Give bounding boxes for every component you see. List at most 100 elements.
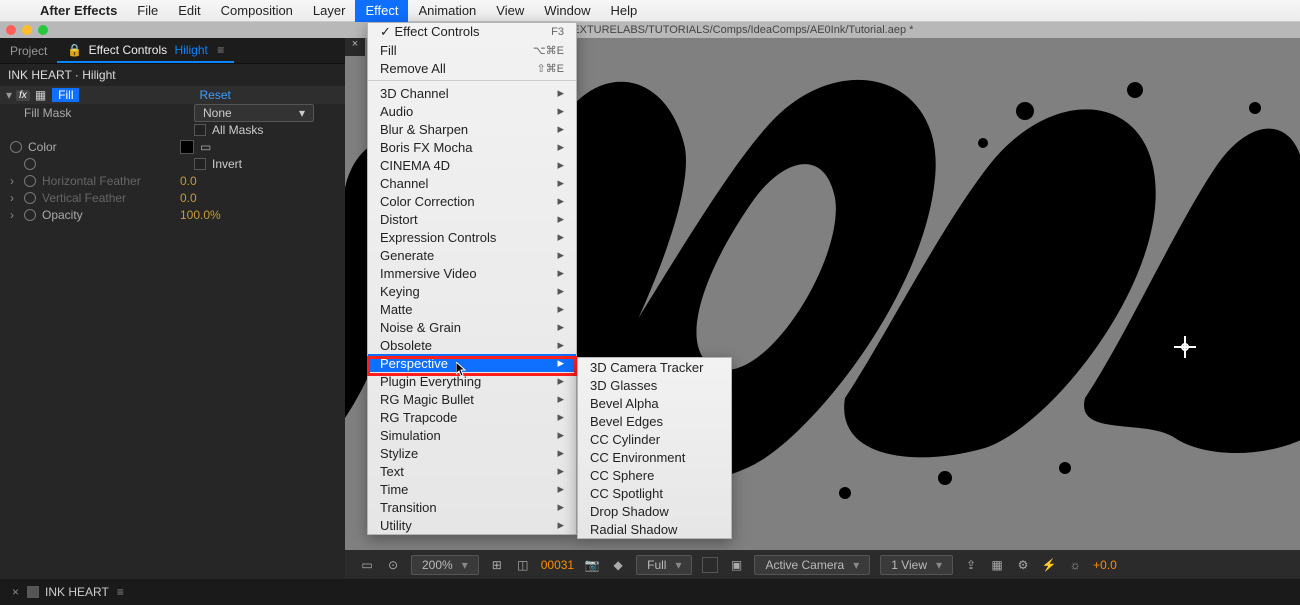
viewer-controls: ▭ ⊙ 200% ⊞ ◫ 00031 📷 ◆ Full ▣ Active Cam… <box>345 550 1300 579</box>
submenu-bevel-edges[interactable]: Bevel Edges <box>578 412 731 430</box>
fx-icon: fx <box>16 90 30 101</box>
cursor-icon <box>456 362 468 378</box>
stopwatch-icon[interactable] <box>24 158 36 170</box>
comp-tab[interactable]: INK HEART <box>45 585 109 599</box>
mask-icon[interactable]: ◫ <box>515 557 531 573</box>
submenu-radial-shadow[interactable]: Radial Shadow <box>578 520 731 538</box>
menu-category-immersive-video[interactable]: Immersive Video <box>368 264 576 282</box>
menu-category-3d-channel[interactable]: 3D Channel <box>368 84 576 102</box>
anchor-point-icon[interactable] <box>1178 340 1192 354</box>
menu-file[interactable]: File <box>127 0 168 22</box>
display-icon[interactable]: ▭ <box>359 557 375 573</box>
close-icon[interactable] <box>6 25 16 35</box>
fx-header[interactable]: ▾ fx ▦ Fill Reset <box>0 86 345 104</box>
zoom-select[interactable]: 200% <box>411 555 479 575</box>
menu-category-text[interactable]: Text <box>368 462 576 480</box>
menu-effect-controls[interactable]: ✓ Effect ControlsF3 <box>368 23 576 41</box>
menu-category-simulation[interactable]: Simulation <box>368 426 576 444</box>
stopwatch-icon[interactable] <box>24 175 36 187</box>
submenu-cc-sphere[interactable]: CC Sphere <box>578 466 731 484</box>
fill-mask-select[interactable]: None▾ <box>194 104 314 122</box>
resolution-select[interactable]: Full <box>636 555 692 575</box>
region-icon[interactable]: ▣ <box>728 557 744 573</box>
3d-icon[interactable]: ▦ <box>989 557 1005 573</box>
effect-name[interactable]: Fill <box>52 88 79 102</box>
views-select[interactable]: 1 View <box>880 555 953 575</box>
stopwatch-icon[interactable] <box>24 192 36 204</box>
menu-category-boris-fx-mocha[interactable]: Boris FX Mocha <box>368 138 576 156</box>
menu-category-color-correction[interactable]: Color Correction <box>368 192 576 210</box>
submenu-3d-glasses[interactable]: 3D Glasses <box>578 376 731 394</box>
menu-category-distort[interactable]: Distort <box>368 210 576 228</box>
share-icon[interactable]: ⇪ <box>963 557 979 573</box>
fast-preview-icon[interactable]: ⚡ <box>1041 557 1057 573</box>
menu-category-transition[interactable]: Transition <box>368 498 576 516</box>
snapshot-icon[interactable]: 📷 <box>584 557 600 573</box>
menu-category-rg-trapcode[interactable]: RG Trapcode <box>368 408 576 426</box>
magnify-icon[interactable]: ⊙ <box>385 557 401 573</box>
menu-help[interactable]: Help <box>600 0 647 22</box>
menu-category-matte[interactable]: Matte <box>368 300 576 318</box>
submenu-cc-environment[interactable]: CC Environment <box>578 448 731 466</box>
tab-effect-controls[interactable]: 🔒 Effect Controls Hilight ≡ <box>57 39 234 63</box>
menu-category-perspective[interactable]: Perspective <box>368 354 576 372</box>
tab-project[interactable]: Project <box>0 40 57 62</box>
menu-remove-all[interactable]: Remove All⇧⌘E <box>368 59 576 77</box>
mac-menubar: After Effects File Edit Composition Laye… <box>0 0 1300 22</box>
renderer-icon[interactable]: ⚙ <box>1015 557 1031 573</box>
menu-category-cinema-4d[interactable]: CINEMA 4D <box>368 156 576 174</box>
reset-button[interactable]: Reset <box>199 88 230 102</box>
stopwatch-icon[interactable] <box>10 141 22 153</box>
submenu-bevel-alpha[interactable]: Bevel Alpha <box>578 394 731 412</box>
menu-composition[interactable]: Composition <box>211 0 303 22</box>
menu-category-keying[interactable]: Keying <box>368 282 576 300</box>
camera-select[interactable]: Active Camera <box>754 555 870 575</box>
menu-category-obsolete[interactable]: Obsolete <box>368 336 576 354</box>
close-icon[interactable]: × <box>12 585 19 599</box>
current-frame[interactable]: 00031 <box>541 558 574 572</box>
exposure-value[interactable]: +0.0 <box>1093 558 1117 572</box>
window-titlebar: sers/be/Documents/PROJECTS/TEXTURELABS/T… <box>0 22 1300 38</box>
all-masks-checkbox[interactable] <box>194 124 206 136</box>
effect-menu-dropdown: ✓ Effect ControlsF3 Fill⌥⌘E Remove All⇧⌘… <box>367 22 577 535</box>
menu-category-plugin-everything[interactable]: Plugin Everything <box>368 372 576 390</box>
menu-layer[interactable]: Layer <box>303 0 356 22</box>
menu-last-effect[interactable]: Fill⌥⌘E <box>368 41 576 59</box>
transparency-icon[interactable] <box>702 557 718 573</box>
opacity-value[interactable]: 100.0% <box>180 208 221 222</box>
invert-checkbox[interactable] <box>194 158 206 170</box>
eyedropper-icon[interactable]: ▭ <box>200 140 211 154</box>
grid-icon[interactable]: ⊞ <box>489 557 505 573</box>
menu-category-expression-controls[interactable]: Expression Controls <box>368 228 576 246</box>
maximize-icon[interactable] <box>38 25 48 35</box>
menu-category-blur-sharpen[interactable]: Blur & Sharpen <box>368 120 576 138</box>
window-controls[interactable] <box>6 25 48 35</box>
submenu-drop-shadow[interactable]: Drop Shadow <box>578 502 731 520</box>
fx-enable-icon[interactable]: ▦ <box>35 88 46 102</box>
submenu-cc-cylinder[interactable]: CC Cylinder <box>578 430 731 448</box>
menu-category-audio[interactable]: Audio <box>368 102 576 120</box>
hfeather-value[interactable]: 0.0 <box>180 174 197 188</box>
submenu-cc-spotlight[interactable]: CC Spotlight <box>578 484 731 502</box>
menu-category-time[interactable]: Time <box>368 480 576 498</box>
menu-category-generate[interactable]: Generate <box>368 246 576 264</box>
vfeather-value[interactable]: 0.0 <box>180 191 197 205</box>
menu-animation[interactable]: Animation <box>408 0 486 22</box>
channel-icon[interactable]: ◆ <box>610 557 626 573</box>
menu-category-rg-magic-bullet[interactable]: RG Magic Bullet <box>368 390 576 408</box>
layer-path: INK HEART · Hilight <box>0 64 345 86</box>
menu-category-noise-grain[interactable]: Noise & Grain <box>368 318 576 336</box>
color-swatch[interactable] <box>180 140 194 154</box>
exposure-icon[interactable]: ☼ <box>1067 557 1083 573</box>
menu-category-utility[interactable]: Utility <box>368 516 576 534</box>
menu-edit[interactable]: Edit <box>168 0 210 22</box>
prop-fill-mask: Fill Mask <box>24 106 194 120</box>
menu-category-channel[interactable]: Channel <box>368 174 576 192</box>
stopwatch-icon[interactable] <box>24 209 36 221</box>
minimize-icon[interactable] <box>22 25 32 35</box>
submenu-3d-camera-tracker[interactable]: 3D Camera Tracker <box>578 358 731 376</box>
menu-effect[interactable]: Effect <box>355 0 408 22</box>
menu-view[interactable]: View <box>486 0 534 22</box>
menu-window[interactable]: Window <box>534 0 600 22</box>
menu-category-stylize[interactable]: Stylize <box>368 444 576 462</box>
